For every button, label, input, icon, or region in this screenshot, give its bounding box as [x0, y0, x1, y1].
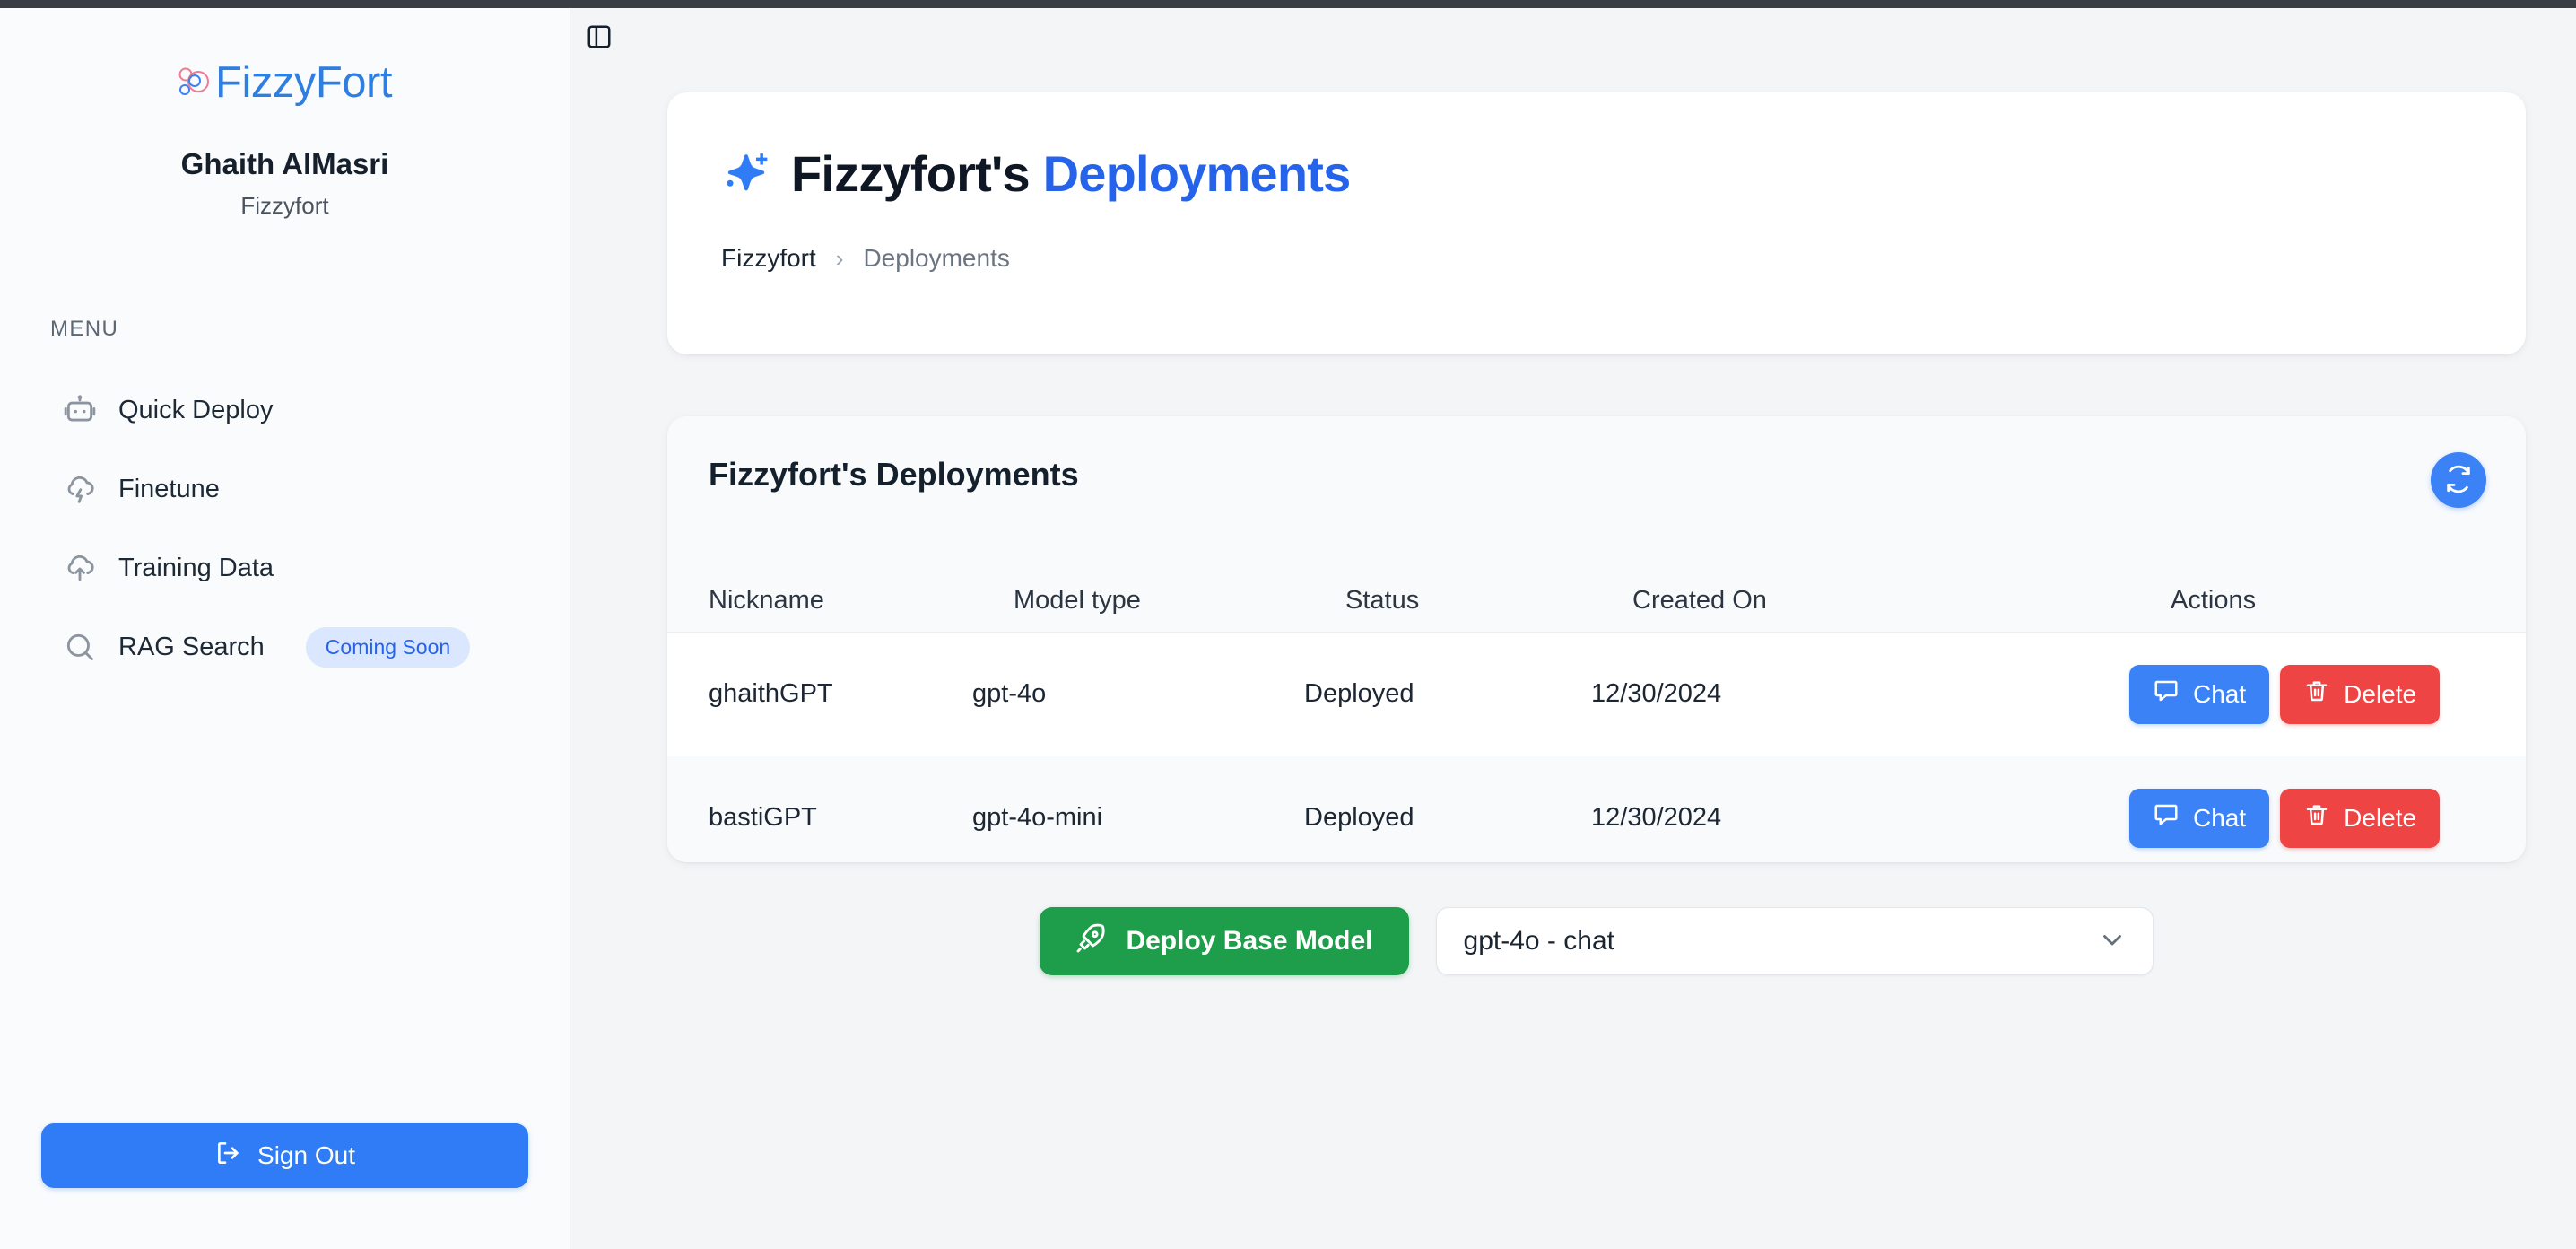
delete-label: Delete	[2344, 803, 2417, 832]
page-title-accent: Deployments	[1042, 145, 1352, 202]
sign-out-button[interactable]: Sign Out	[41, 1123, 528, 1188]
deployments-table-title: Fizzyfort's Deployments	[709, 456, 1079, 493]
sidebar-item-training-data[interactable]: Training Data	[0, 528, 570, 607]
column-header-created-on: Created On	[1632, 585, 1767, 615]
cell-model-type: gpt-4o	[972, 679, 1047, 708]
cell-model-type: gpt-4o-mini	[972, 803, 1103, 833]
sidebar-item-label: Finetune	[118, 474, 220, 503]
deployments-table-header: Fizzyfort's Deployments Nickname Model t…	[667, 416, 2526, 632]
sign-out-label: Sign Out	[257, 1141, 355, 1169]
cell-created-on: 12/30/2024	[1591, 803, 1722, 833]
sidebar-item-rag-search[interactable]: RAG Search Coming Soon	[0, 607, 570, 686]
sidebar-menu: Quick Deploy Finetune Training Data RAG …	[0, 371, 570, 686]
deploy-base-model-button[interactable]: Deploy Base Model	[1040, 907, 1409, 975]
sparkles-icon	[721, 149, 771, 199]
refresh-icon	[2443, 464, 2474, 497]
chevron-down-icon	[2097, 924, 2128, 959]
page-header-card: Fizzyfort's Deployments Fizzyfort › Depl…	[667, 92, 2526, 354]
table-row[interactable]: ghaithGPT gpt-4o Deployed 12/30/2024 Cha…	[667, 632, 2526, 756]
cell-status: Deployed	[1304, 679, 1414, 708]
cell-actions: Chat Delete	[2129, 756, 2526, 863]
page-title: Fizzyfort's Deployments	[791, 144, 1352, 203]
delete-label: Delete	[2344, 679, 2417, 708]
sidebar-item-label: Training Data	[118, 553, 274, 582]
breadcrumb: Fizzyfort › Deployments	[721, 244, 2472, 273]
app-logo-text: FizzyFort	[215, 58, 392, 107]
deployments-table-body: ghaithGPT gpt-4o Deployed 12/30/2024 Cha…	[667, 632, 2526, 862]
cell-nickname: bastiGPT	[709, 803, 817, 833]
sidebar-toggle-button[interactable]	[579, 18, 619, 57]
table-header-row: Nickname Model type Status Created On Ac…	[709, 569, 2526, 632]
message-icon	[2153, 677, 2180, 711]
row-actions: Chat Delete	[2129, 788, 2485, 848]
trash-icon	[2303, 677, 2330, 711]
rocket-icon	[1075, 921, 1108, 961]
breadcrumb-root[interactable]: Fizzyfort	[721, 244, 816, 273]
chat-button[interactable]: Chat	[2129, 788, 2270, 848]
chat-label: Chat	[2193, 679, 2247, 708]
sidebar-item-quick-deploy[interactable]: Quick Deploy	[0, 371, 570, 450]
user-name: Ghaith AlMasri	[180, 147, 389, 180]
sidebar-item-label: Quick Deploy	[118, 395, 274, 424]
table-row[interactable]: bastiGPT gpt-4o-mini Deployed 12/30/2024	[667, 756, 2526, 863]
sidebar-item-label: RAG Search	[118, 632, 265, 661]
main-content: Fizzyfort's Deployments Fizzyfort › Depl…	[571, 8, 2576, 1249]
cell-actions: Chat Delete	[2129, 633, 2526, 756]
sidebar-item-finetune[interactable]: Finetune	[0, 450, 570, 528]
column-header-model-type: Model type	[1014, 585, 1141, 615]
column-header-actions: Actions	[2171, 585, 2257, 615]
logout-icon	[214, 1139, 243, 1174]
refresh-button[interactable]	[2431, 452, 2486, 508]
column-header-nickname: Nickname	[709, 585, 824, 615]
model-select[interactable]: gpt-4o - chat	[1435, 907, 2154, 975]
robot-icon	[63, 393, 97, 427]
chevron-right-icon: ›	[835, 244, 844, 272]
org-name: Fizzyfort	[240, 192, 329, 219]
sidebar: FizzyFort Ghaith AlMasri Fizzyfort MENU …	[0, 8, 570, 1249]
status-badge-coming-soon: Coming Soon	[305, 626, 471, 668]
bubbles-icon	[178, 62, 210, 103]
app-logo[interactable]: FizzyFort	[0, 57, 570, 108]
search-icon	[63, 630, 97, 664]
deployments-card: Fizzyfort's Deployments Nickname Model t…	[667, 416, 2526, 862]
message-icon	[2153, 801, 2180, 834]
chat-label: Chat	[2193, 803, 2247, 832]
cloud-upload-icon	[63, 551, 97, 585]
deploy-controls: Deploy Base Model gpt-4o - chat	[667, 905, 2526, 977]
cloud-lightning-icon	[63, 472, 97, 506]
cell-status: Deployed	[1304, 803, 1414, 833]
delete-button[interactable]: Delete	[2280, 788, 2441, 848]
page-title-row: Fizzyfort's Deployments	[721, 144, 2472, 203]
deploy-label: Deploy Base Model	[1126, 926, 1373, 956]
breadcrumb-current: Deployments	[863, 244, 1010, 272]
trash-icon	[2303, 801, 2330, 834]
model-select-value: gpt-4o - chat	[1463, 926, 1614, 956]
delete-button[interactable]: Delete	[2280, 664, 2441, 724]
window-top-bar	[0, 0, 2576, 8]
cell-nickname: ghaithGPT	[709, 679, 833, 708]
deployments-table-columns: Nickname Model type Status Created On Ac…	[709, 569, 2526, 632]
page-title-prefix: Fizzyfort's	[791, 145, 1031, 202]
chat-button[interactable]: Chat	[2129, 664, 2270, 724]
column-header-status: Status	[1345, 585, 1420, 615]
panel-left-icon	[586, 23, 613, 53]
cell-created-on: 12/30/2024	[1591, 679, 1722, 708]
row-actions: Chat Delete	[2129, 664, 2485, 724]
menu-section-label: MENU	[50, 317, 119, 341]
